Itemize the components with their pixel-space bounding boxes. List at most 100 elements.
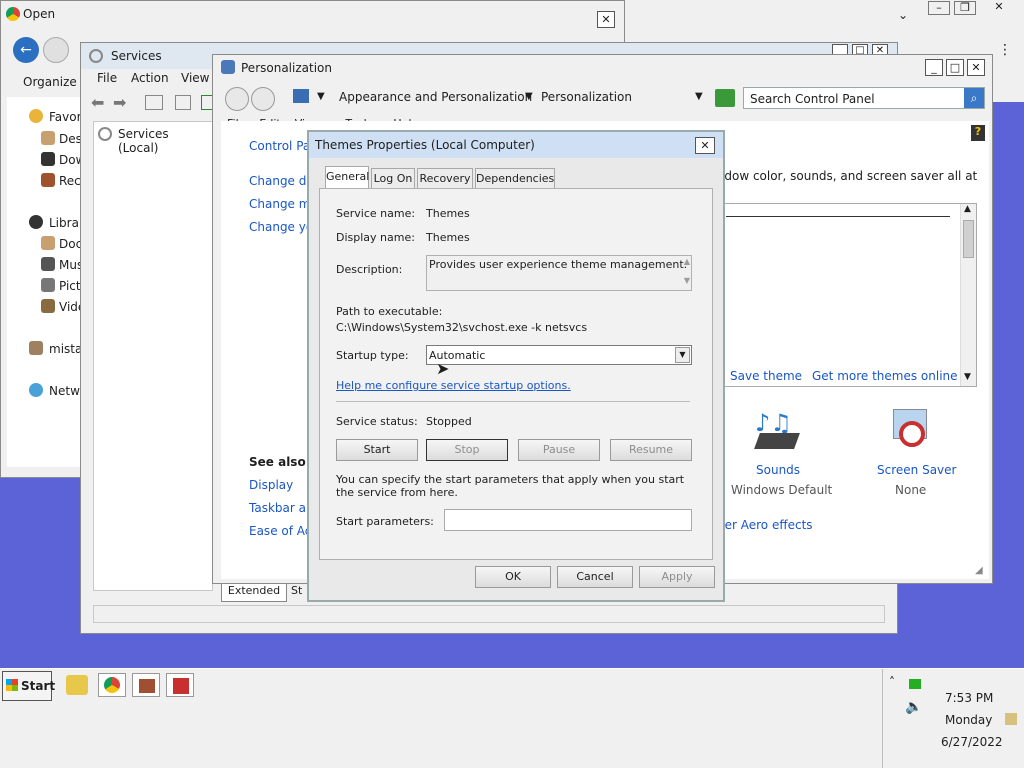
resize-grip-icon[interactable]: ◢	[975, 565, 983, 576]
see-also-display[interactable]: Display	[249, 478, 293, 492]
close-icon[interactable]: ✕	[984, 1, 1014, 15]
taskbar-app4-icon[interactable]	[166, 673, 194, 697]
personalization-icon	[221, 60, 235, 74]
forward-button-icon[interactable]	[43, 37, 69, 63]
tab-recovery[interactable]: Recovery	[417, 168, 473, 188]
back-button-icon[interactable]: ←	[13, 37, 39, 63]
start-params-input[interactable]	[444, 509, 692, 531]
nav-recent[interactable]: Rec	[59, 174, 81, 188]
pers-back-button[interactable]	[225, 87, 249, 111]
address-dropdown-arrow-icon[interactable]: ▼	[317, 91, 325, 102]
dialog-close-button[interactable]: ✕	[695, 137, 715, 154]
chevron-down-icon[interactable]: ⌄	[898, 8, 908, 22]
screen-saver-label[interactable]: Screen Saver	[877, 463, 956, 477]
toolbar-list-icon[interactable]	[175, 95, 191, 110]
see-also-taskbar[interactable]: Taskbar an	[249, 501, 314, 515]
cancel-button[interactable]: Cancel	[557, 566, 633, 588]
search-input[interactable]: Search Control Panel ⌕	[743, 87, 985, 109]
aero-effects-link[interactable]: her Aero effects	[717, 518, 813, 532]
stop-button[interactable]: Stop	[426, 439, 508, 461]
start-button[interactable]: Start	[336, 439, 418, 461]
sounds-icon[interactable]: ♪♫	[751, 409, 801, 455]
search-icon[interactable]: ⌕	[964, 88, 984, 108]
taskbar-explorer-icon[interactable]	[66, 675, 88, 695]
organize-menu[interactable]: Organize ▾	[23, 75, 87, 89]
clock-day[interactable]: Monday	[945, 713, 992, 727]
notification-icon[interactable]	[1005, 713, 1017, 725]
breadcrumb-personalization[interactable]: Personalization	[541, 90, 632, 104]
resume-button[interactable]: Resume	[610, 439, 692, 461]
desktop-icon	[41, 131, 55, 145]
refresh-icon[interactable]	[715, 89, 735, 107]
control-panel-home-link[interactable]: Control Pa	[249, 139, 310, 153]
apply-button[interactable]: Apply	[639, 566, 715, 588]
restore-icon[interactable]: ❐	[954, 1, 976, 15]
services-menu-action[interactable]: Action	[131, 71, 169, 85]
services-tree-item[interactable]: Services (Local)	[118, 127, 212, 155]
tab-extended-label: Extended	[227, 584, 281, 597]
nav-libraries[interactable]: Librar	[49, 216, 84, 230]
services-title: Services	[111, 49, 162, 63]
left-link-2[interactable]: Change m	[249, 197, 310, 211]
clock-time[interactable]: 7:53 PM	[945, 691, 993, 705]
screen-saver-icon[interactable]	[885, 409, 935, 455]
personalization-titlebar[interactable]: Personalization	[213, 55, 992, 81]
taskbar-app3-icon[interactable]	[132, 673, 160, 697]
display-name-label: Display name:	[336, 231, 415, 244]
breadcrumb-appearance[interactable]: Appearance and Personalization	[339, 90, 532, 104]
pause-button[interactable]: Pause	[518, 439, 600, 461]
toolbar-back-icon[interactable]: ⬅	[91, 93, 104, 112]
tray-chevron-icon[interactable]: ˄	[889, 675, 895, 689]
description-label: Description:	[336, 263, 403, 276]
path-value: C:\Windows\System32\svchost.exe -k netsv…	[336, 321, 588, 334]
screen-saver-value: None	[895, 483, 927, 497]
save-theme-link[interactable]: Save theme	[730, 369, 802, 383]
left-link-3[interactable]: Change yo	[249, 220, 313, 234]
help-icon[interactable]: ?	[971, 125, 985, 141]
service-name-value: Themes	[426, 207, 470, 220]
theme-list[interactable]: ▲ ▼ Save theme Get more themes online	[721, 203, 977, 387]
services-menu-file[interactable]: File	[97, 71, 117, 85]
personalization-minimize-button[interactable]: _	[925, 59, 943, 76]
gear-icon	[89, 49, 103, 63]
start-button[interactable]: Start	[2, 671, 55, 701]
tab-log-on[interactable]: Log On	[371, 168, 415, 188]
toolbar-forward-icon[interactable]: ➡	[113, 93, 126, 112]
scroll-up-icon[interactable]: ▲	[964, 204, 971, 214]
startup-type-select[interactable]: Automatic ▼	[426, 345, 692, 365]
minimize-icon[interactable]: –	[928, 1, 950, 15]
nav-pictures[interactable]: Pict	[59, 279, 81, 293]
open-window-titlebar[interactable]: Open	[1, 1, 624, 27]
themes-properties-dialog: Themes Properties (Local Computer) ✕ Gen…	[307, 130, 725, 602]
background-window-controls: – ❐ ✕	[928, 1, 1020, 17]
services-menu-view[interactable]: View	[181, 71, 209, 85]
dialog-titlebar[interactable]: Themes Properties (Local Computer) ✕	[309, 132, 723, 158]
toolbar-console-icon[interactable]	[145, 95, 163, 110]
ok-button[interactable]: OK	[475, 566, 551, 588]
nav-documents[interactable]: Doc	[59, 237, 82, 251]
tab-general[interactable]: General	[325, 166, 369, 188]
sounds-label[interactable]: Sounds	[756, 463, 800, 477]
more-themes-link[interactable]: Get more themes online	[812, 369, 958, 383]
tab-dependencies[interactable]: Dependencies	[475, 168, 555, 188]
volume-icon[interactable]: 🔈	[905, 699, 922, 715]
personalization-maximize-button[interactable]: □	[946, 59, 964, 76]
theme-list-scrollbar[interactable]: ▲ ▼	[960, 204, 976, 386]
taskbar-chrome-icon[interactable]	[98, 673, 126, 697]
services-tab-extended[interactable]: Extended	[221, 584, 287, 602]
network-status-icon[interactable]	[909, 679, 921, 689]
open-close-button[interactable]: ✕	[597, 11, 615, 28]
personalization-close-button[interactable]: ✕	[967, 59, 985, 76]
scroll-down-icon[interactable]: ▼	[964, 372, 971, 382]
description-box[interactable]: Provides user experience theme managemen…	[426, 255, 692, 291]
description-scroll-down-icon[interactable]: ▼	[684, 276, 690, 285]
help-configure-link[interactable]: Help me configure service startup option…	[336, 379, 571, 392]
clock-date[interactable]: 6/27/2022	[941, 735, 1003, 749]
chevron-down-icon[interactable]: ▼	[675, 347, 690, 363]
more-options-icon[interactable]: ⋮	[998, 42, 1012, 58]
description-scroll-up-icon[interactable]: ▲	[684, 257, 690, 266]
address-history-icon[interactable]: ▼	[695, 91, 703, 102]
pers-forward-button[interactable]	[251, 87, 275, 111]
left-link-1[interactable]: Change de	[249, 174, 314, 188]
scroll-thumb[interactable]	[963, 220, 974, 258]
